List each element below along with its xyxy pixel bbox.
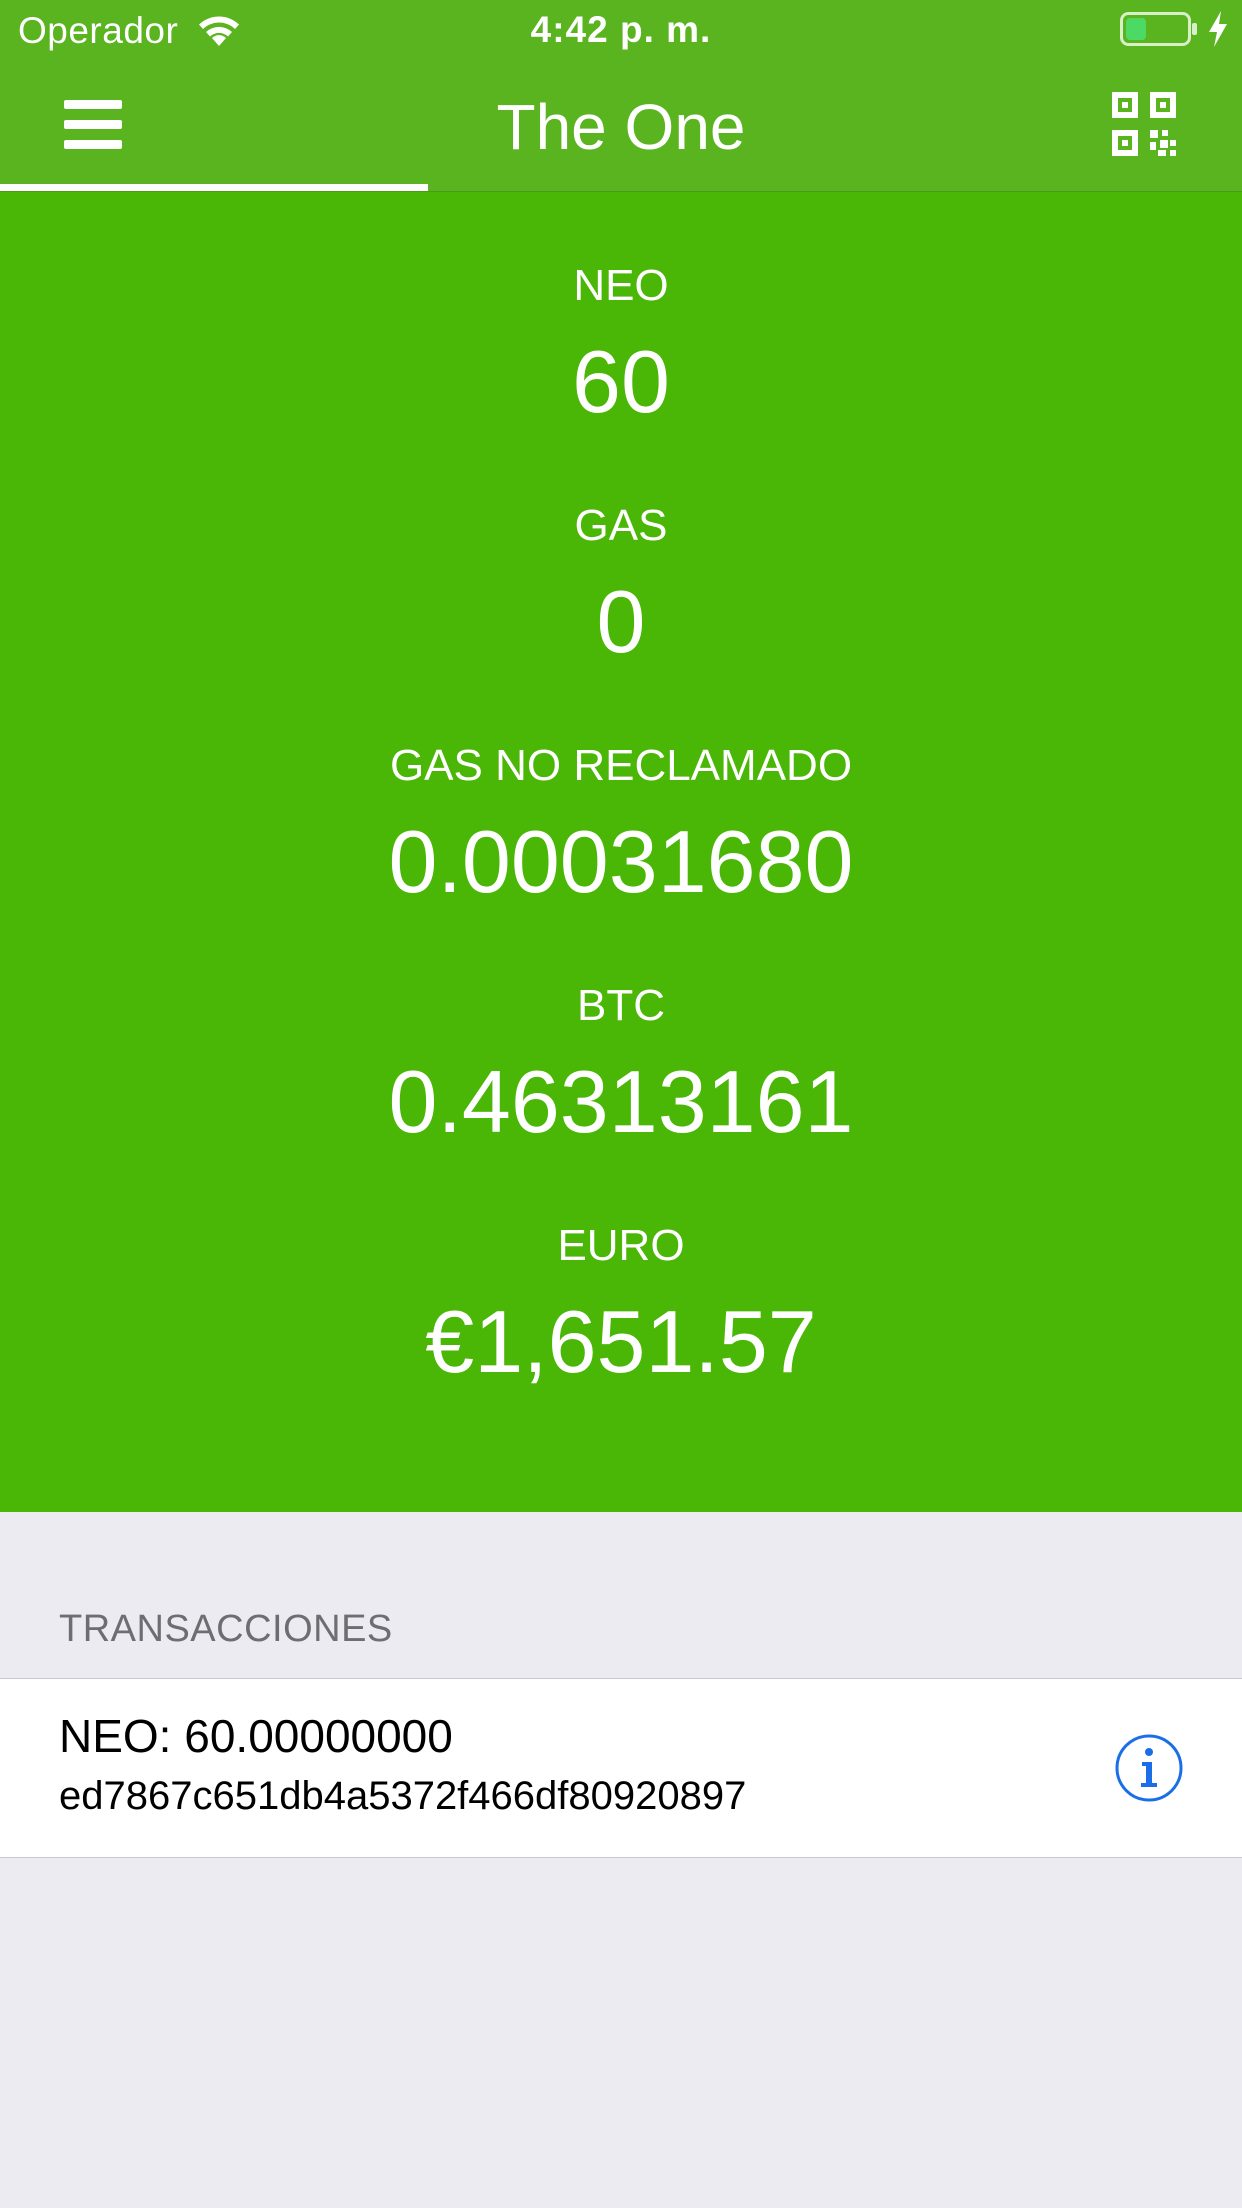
status-time: 4:42 p. m. bbox=[530, 9, 712, 50]
battery-icon bbox=[1120, 12, 1197, 46]
btc-value: 0.46313161 bbox=[388, 1052, 854, 1151]
navigation-bar: Operador 4:42 p. m. The One bbox=[0, 0, 1242, 192]
selected-tab-indicator bbox=[0, 184, 428, 191]
info-button[interactable] bbox=[1114, 1733, 1184, 1803]
qr-code-icon bbox=[1112, 92, 1176, 156]
balance-panel: NEO 60 GAS 0 GAS NO RECLAMADO 0.00031680… bbox=[0, 192, 1242, 1512]
transactions-list: NEO: 60.00000000 ed7867c651db4a5372f466d… bbox=[0, 1678, 1242, 1858]
transaction-hash: ed7867c651db4a5372f466df80920897 bbox=[59, 1774, 747, 1818]
neo-value: 60 bbox=[572, 332, 670, 431]
neo-label: NEO bbox=[573, 261, 669, 310]
euro-value: €1,651.57 bbox=[425, 1292, 817, 1391]
btc-label: BTC bbox=[577, 981, 665, 1030]
menu-button[interactable] bbox=[58, 92, 134, 158]
page-title: The One bbox=[496, 91, 746, 163]
transaction-amount: NEO: 60.00000000 bbox=[59, 1710, 453, 1762]
hamburger-menu-icon bbox=[64, 140, 122, 149]
gas-label: GAS bbox=[574, 501, 668, 550]
gas-value: 0 bbox=[596, 572, 646, 671]
euro-label: EURO bbox=[557, 1221, 685, 1270]
unclaimed-gas-value: 0.00031680 bbox=[388, 812, 854, 911]
charging-bolt-icon bbox=[1209, 11, 1227, 47]
hamburger-menu-icon bbox=[64, 120, 122, 129]
status-bar: Operador 4:42 p. m. bbox=[0, 0, 1242, 62]
transactions-header: TRANSACCIONES bbox=[59, 1608, 393, 1650]
unclaimed-gas-label: GAS NO RECLAMADO bbox=[389, 741, 853, 790]
info-circle-icon bbox=[1115, 1734, 1183, 1802]
qr-code-button[interactable] bbox=[1112, 92, 1176, 156]
hamburger-menu-icon bbox=[64, 100, 122, 109]
